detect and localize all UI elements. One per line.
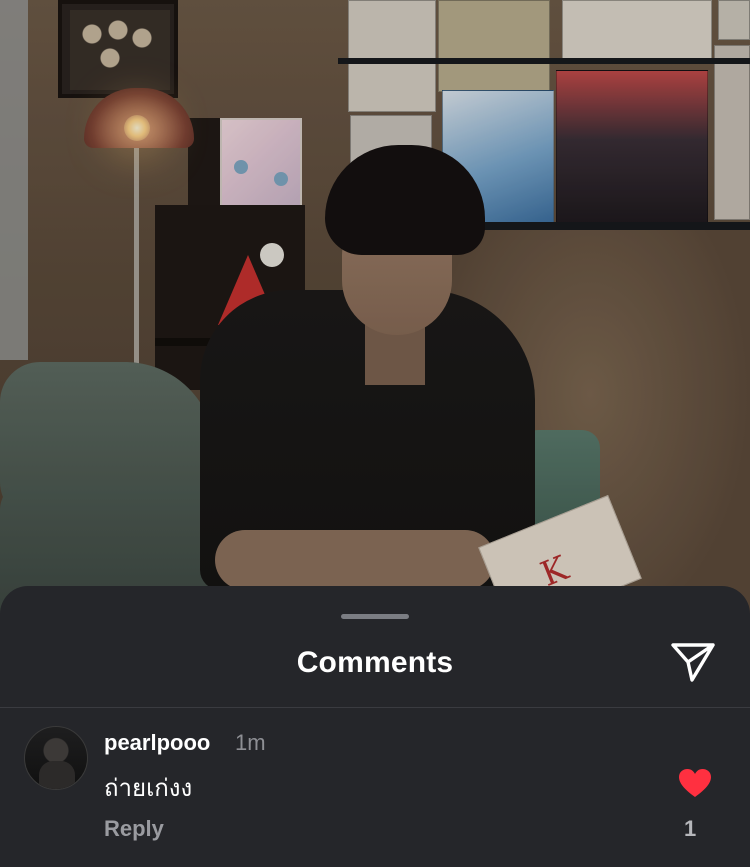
comment-username[interactable]: pearlpooo: [104, 730, 210, 756]
send-paper-plane-icon: [671, 643, 715, 682]
like-count: 1: [684, 816, 697, 841]
avatar[interactable]: [24, 726, 88, 790]
comment-item: pearlpooo 1m ถ่ายเก่งง Reply 1: [0, 708, 750, 867]
photo-shade: [0, 0, 750, 640]
comments-sheet: Comments pearlpooo 1m ถ่ายเก่งง Reply 1: [0, 586, 750, 867]
comment-timestamp: 1m: [235, 730, 266, 755]
background-photo: K: [0, 0, 750, 640]
share-button[interactable]: [668, 638, 718, 686]
like-button[interactable]: [678, 768, 712, 798]
drag-handle[interactable]: [341, 614, 409, 619]
sheet-title: Comments: [296, 646, 454, 679]
reply-button[interactable]: Reply: [104, 816, 164, 842]
heart-filled-icon: [679, 769, 711, 797]
comment-text: ถ่ายเก่งง: [104, 774, 193, 802]
